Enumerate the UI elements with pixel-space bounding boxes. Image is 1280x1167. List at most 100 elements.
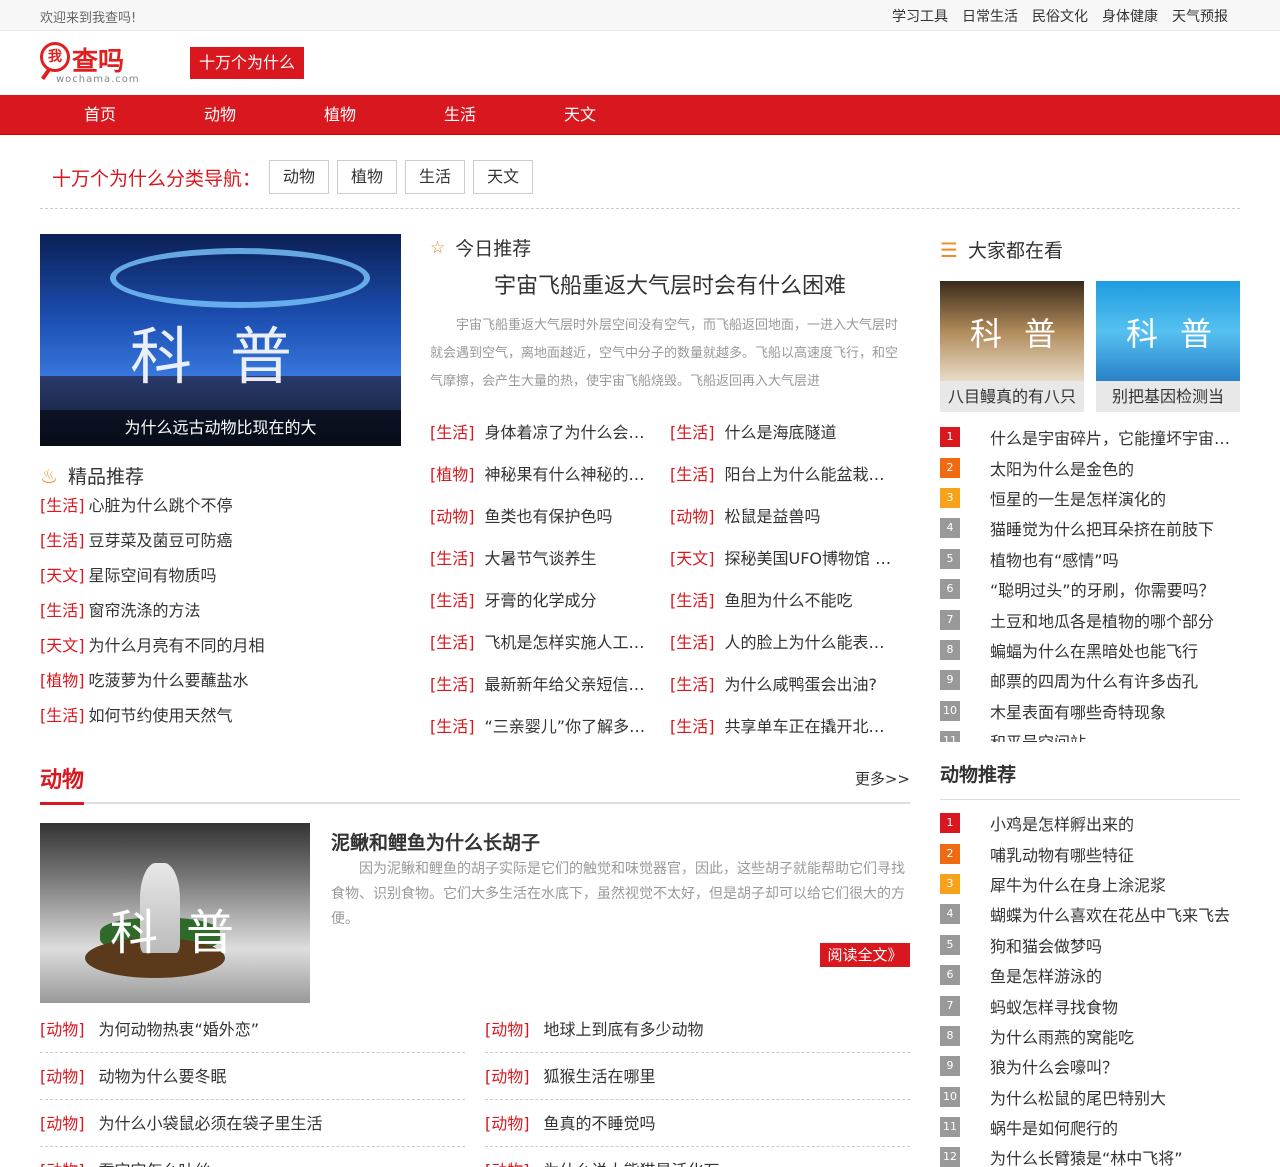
item-title[interactable]: “三亲婴儿”你了解多少？: [485, 717, 662, 736]
category-tag[interactable]: [生活]: [40, 496, 85, 515]
category-tag[interactable]: [生活]: [40, 741, 85, 742]
rank-item[interactable]: 3 犀牛为什么在身上涂泥浆: [940, 869, 1240, 899]
item-title[interactable]: 蚕宝宝怎么吐丝: [99, 1161, 211, 1167]
rank-item[interactable]: 8 蝙蝠为什么在黑暗处也能飞行: [940, 635, 1240, 665]
list-item[interactable]: [生活] 共享单车正在撬开北斗导航大门: [670, 713, 910, 755]
item-title[interactable]: 牙膏的化学成分: [485, 591, 597, 610]
category-tag[interactable]: [动物]: [40, 1067, 85, 1086]
item-title[interactable]: 什么是海底隧道: [725, 423, 837, 442]
category-tag[interactable]: [生活]: [40, 531, 85, 550]
read-more-button[interactable]: 阅读全文》: [820, 943, 910, 967]
item-title[interactable]: 鱼真的不睡觉吗: [544, 1114, 656, 1133]
item-title[interactable]: 探秘美国UFO博物馆 看外星人: [725, 549, 911, 568]
list-item[interactable]: [生活] 什么是海底隧道: [670, 419, 910, 461]
item-title[interactable]: 身体着凉了为什么会生病: [485, 423, 661, 442]
category-tag[interactable]: [生活]: [430, 675, 475, 694]
category-btn-animals[interactable]: 动物: [269, 160, 330, 194]
list-item[interactable]: [生活] 最新新年给父亲短信祝福语: [430, 671, 670, 713]
rank-item[interactable]: 2 太阳为什么是金色的: [940, 452, 1240, 482]
item-title[interactable]: 动物为什么要冬眠: [99, 1067, 227, 1086]
rank-item[interactable]: 7 蚂蚁怎样寻找食物: [940, 990, 1240, 1020]
list-item[interactable]: [天文] 星际空间有物质吗: [40, 566, 400, 601]
rank-title[interactable]: 为什么长臂猿是“林中飞将”: [990, 1145, 1183, 1167]
site-logo[interactable]: 我 查吗 wochama.com: [40, 40, 140, 88]
popular-thumb[interactable]: 科普 别把基因检测当: [1096, 281, 1240, 412]
item-title[interactable]: 阳台上为什么能盆栽果树: [725, 465, 901, 484]
category-tag[interactable]: [生活]: [430, 591, 475, 610]
list-item[interactable]: [生活] 如何节约使用天然气: [40, 706, 400, 741]
rank-title[interactable]: 狼为什么会嚎叫？: [990, 1054, 1118, 1078]
rank-item[interactable]: 9 邮票的四周为什么有许多齿孔: [940, 665, 1240, 695]
rank-item[interactable]: 10 木星表面有哪些奇特现象: [940, 696, 1240, 726]
category-btn-life[interactable]: 生活: [405, 160, 466, 194]
category-tag[interactable]: [生活]: [670, 675, 715, 694]
category-tag[interactable]: [动物]: [485, 1067, 530, 1086]
popular-thumb[interactable]: 科普 八目鳗真的有八只: [940, 281, 1084, 412]
rank-title[interactable]: 鱼是怎样游泳的: [990, 963, 1102, 987]
category-tag[interactable]: [动物]: [430, 507, 475, 526]
rank-item[interactable]: 1 什么是宇宙碎片，它能撞坏宇宙飞船吗: [940, 422, 1240, 452]
thumb-label[interactable]: 别把基因检测当: [1096, 381, 1240, 412]
category-tag[interactable]: [植物]: [430, 465, 475, 484]
top-link-health[interactable]: 身体健康: [1102, 6, 1158, 26]
rank-item[interactable]: 8 为什么雨燕的窝能吃: [940, 1021, 1240, 1051]
list-item[interactable]: [生活] 鱼胆为什么不能吃: [670, 587, 910, 629]
rank-title[interactable]: 恒星的一生是怎样演化的: [990, 486, 1166, 510]
category-tag[interactable]: [动物]: [485, 1161, 530, 1167]
rank-item[interactable]: 6 鱼是怎样游泳的: [940, 960, 1240, 990]
item-title[interactable]: 松鼠是益兽吗: [725, 507, 821, 526]
item-title[interactable]: 为什么小袋鼠必须在袋子里生活: [99, 1114, 323, 1133]
list-item[interactable]: [生活] 为什么咸鸭蛋会出油?: [670, 671, 910, 713]
today-article-title[interactable]: 宇宙飞船重返大气层时会有什么困难: [430, 268, 910, 300]
list-item[interactable]: [动物] 为何动物热衷“婚外恋”: [40, 1006, 465, 1053]
rank-title[interactable]: 太阳为什么是金色的: [990, 456, 1134, 480]
item-title[interactable]: 吃菠萝为什么要蘸盐水: [89, 671, 249, 690]
category-tag[interactable]: [生活]: [430, 633, 475, 652]
list-item[interactable]: [动物] 松鼠是益兽吗: [670, 503, 910, 545]
list-item[interactable]: [生活] 豆芽菜及菌豆可防癌: [40, 531, 400, 566]
category-tag[interactable]: [生活]: [430, 549, 475, 568]
category-tag[interactable]: [生活]: [670, 465, 715, 484]
list-item[interactable]: [生活] 为什么会打喷嚏: [40, 741, 400, 742]
category-tag[interactable]: [植物]: [40, 671, 85, 690]
category-tag[interactable]: [生活]: [430, 423, 475, 442]
category-tag[interactable]: [动物]: [40, 1114, 85, 1133]
category-tag[interactable]: [生活]: [670, 717, 715, 736]
item-title[interactable]: 狐猴生活在哪里: [544, 1067, 656, 1086]
item-title[interactable]: 为什么咸鸭蛋会出油?: [725, 675, 878, 694]
rank-item[interactable]: 5 狗和猫会做梦吗: [940, 930, 1240, 960]
category-tag[interactable]: [动物]: [40, 1161, 85, 1167]
rank-item[interactable]: 9 狼为什么会嚎叫？: [940, 1051, 1240, 1081]
nav-life[interactable]: 生活: [400, 95, 520, 134]
item-title[interactable]: 鱼胆为什么不能吃: [725, 591, 853, 610]
list-item[interactable]: [植物] 吃菠萝为什么要蘸盐水: [40, 671, 400, 706]
category-tag[interactable]: [动物]: [485, 1020, 530, 1039]
rank-item[interactable]: 3 恒星的一生是怎样演化的: [940, 483, 1240, 513]
category-tag[interactable]: [天文]: [670, 549, 715, 568]
list-item[interactable]: [动物] 为什么小袋鼠必须在袋子里生活: [40, 1100, 465, 1147]
list-item[interactable]: [生活] 人的脸上为什么能表现出喜怒哀乐: [670, 629, 910, 671]
hero-slide[interactable]: 科普 为什么远古动物比现在的大: [40, 234, 401, 446]
list-item[interactable]: [动物] 蚕宝宝怎么吐丝: [40, 1147, 465, 1167]
item-title[interactable]: 为什么会打喷嚏: [89, 741, 201, 742]
list-item[interactable]: [动物] 地球上到底有多少动物: [485, 1006, 910, 1053]
rank-title[interactable]: 植物也有“感情”吗: [990, 547, 1119, 571]
list-item[interactable]: [生活] “三亲婴儿”你了解多少？: [430, 713, 670, 755]
category-btn-astronomy[interactable]: 天文: [473, 160, 534, 194]
item-title[interactable]: 豆芽菜及菌豆可防癌: [89, 531, 233, 550]
list-item[interactable]: [生活] 身体着凉了为什么会生病: [430, 419, 670, 461]
item-title[interactable]: 地球上到底有多少动物: [544, 1020, 704, 1039]
list-item[interactable]: [天文] 探秘美国UFO博物馆 看外星人: [670, 545, 910, 587]
category-tag[interactable]: [生活]: [40, 601, 85, 620]
animal-article-image[interactable]: 科普: [40, 823, 310, 1003]
rank-item[interactable]: 5 植物也有“感情”吗: [940, 544, 1240, 574]
rank-item[interactable]: 4 蝴蝶为什么喜欢在花丛中飞来飞去: [940, 899, 1240, 929]
list-item[interactable]: [动物] 狐猴生活在哪里: [485, 1053, 910, 1100]
list-item[interactable]: [生活] 大暑节气谈养生: [430, 545, 670, 587]
rank-title[interactable]: 猫睡觉为什么把耳朵挤在前肢下: [990, 516, 1214, 540]
item-title[interactable]: 窗帘洗涤的方法: [89, 601, 201, 620]
nav-home[interactable]: 首页: [40, 95, 160, 134]
item-title[interactable]: 为何动物热衷“婚外恋”: [99, 1020, 260, 1039]
rank-item[interactable]: 11 蜗牛是如何爬行的: [940, 1112, 1240, 1142]
rank-item[interactable]: 6 “聪明过头”的牙刷，你需要吗？: [940, 574, 1240, 604]
